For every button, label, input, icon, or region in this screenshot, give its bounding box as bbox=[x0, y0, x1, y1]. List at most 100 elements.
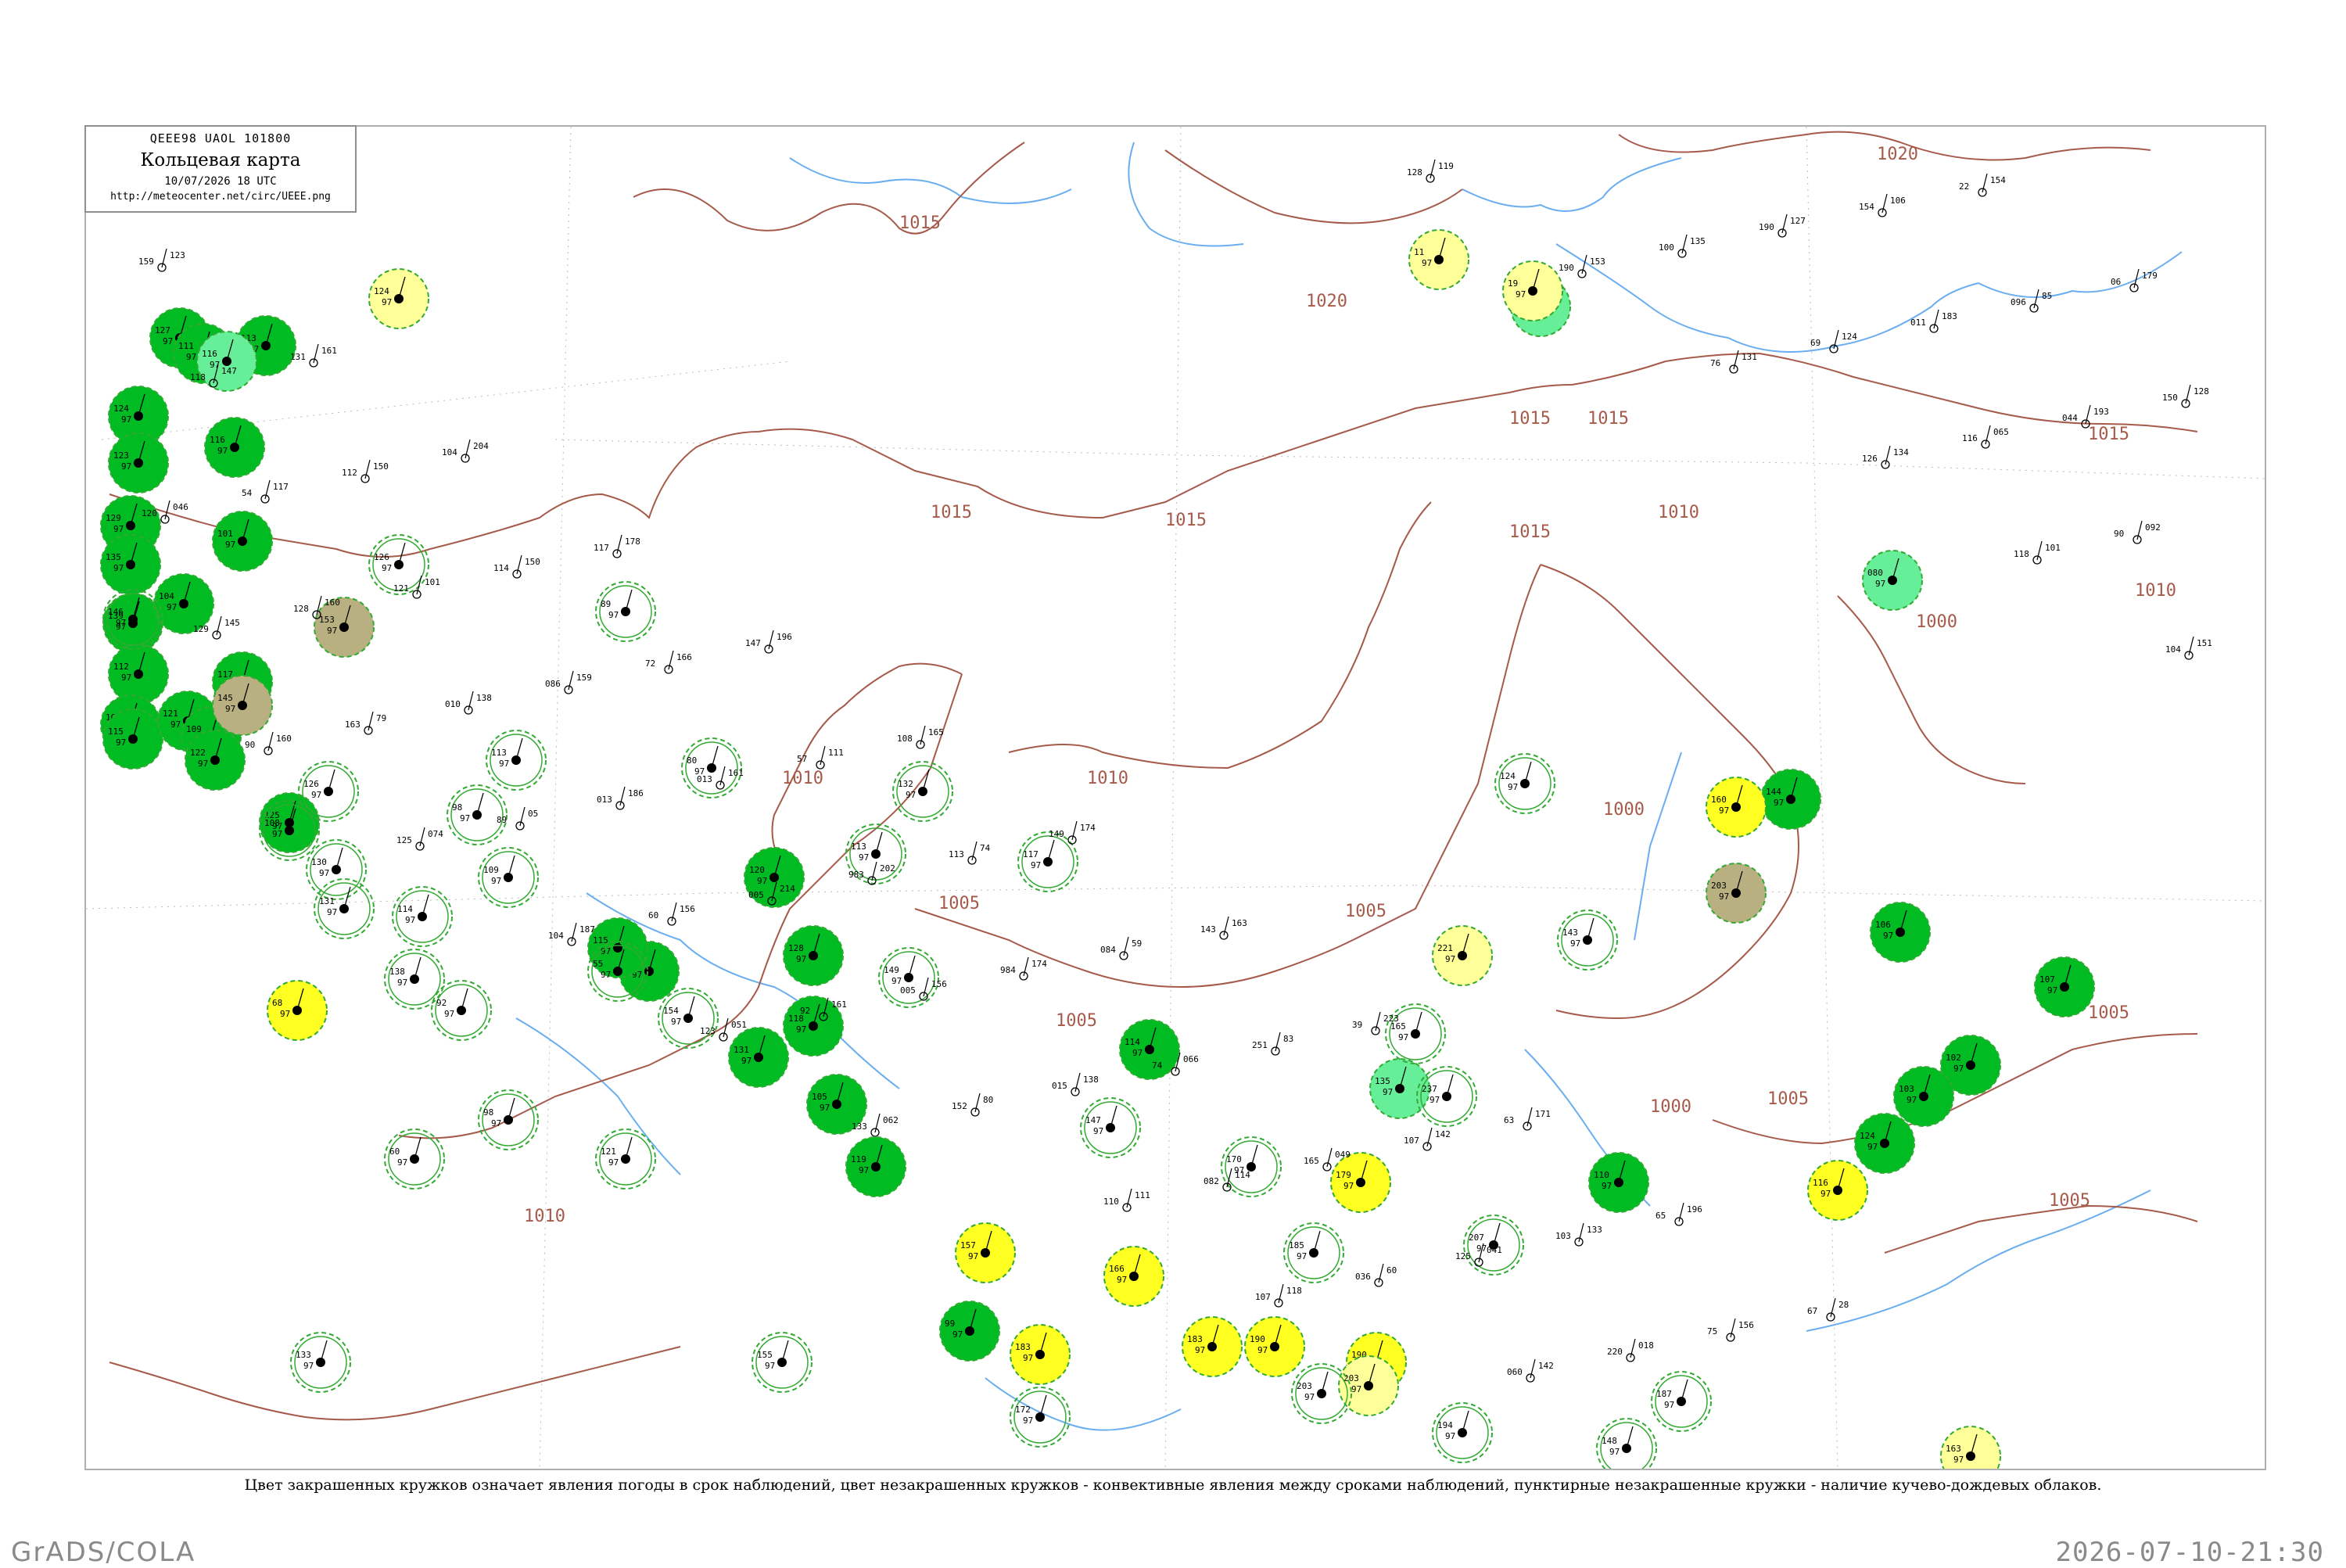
station-plot[interactable]: 20397 bbox=[1706, 863, 1767, 924]
plain-station[interactable]: 159 123 bbox=[138, 248, 185, 272]
plain-station[interactable]: 152 80 bbox=[952, 1093, 993, 1117]
plain-station[interactable]: 112 150 bbox=[342, 459, 389, 483]
station-plot[interactable]: 11697 bbox=[1807, 1160, 1868, 1221]
plain-station[interactable]: 086 159 bbox=[545, 670, 592, 694]
plain-station[interactable]: 096 85 bbox=[2011, 289, 2052, 313]
station-plot[interactable]: 11697 bbox=[204, 417, 265, 478]
station-plot[interactable]: 11497 bbox=[392, 886, 453, 947]
station-plot[interactable]: 14897 bbox=[1596, 1418, 1657, 1470]
station-plot[interactable]: 13597 bbox=[100, 534, 161, 595]
plain-station[interactable]: 147 196 bbox=[745, 630, 792, 654]
station-plot[interactable]: 9997 bbox=[939, 1301, 1000, 1362]
plain-station[interactable]: 113 74 bbox=[949, 841, 991, 865]
plain-station[interactable]: 117 178 bbox=[594, 534, 640, 558]
plain-station[interactable]: 060 142 bbox=[1507, 1358, 1554, 1383]
station-plot[interactable]: 14397 bbox=[1557, 910, 1618, 971]
plain-station[interactable]: 90 160 bbox=[245, 731, 292, 755]
station-plot[interactable]: 12397 bbox=[108, 432, 169, 493]
station-plot[interactable]: 1197 bbox=[1408, 229, 1469, 290]
plain-station[interactable]: 104 187 bbox=[548, 922, 595, 946]
station-plot[interactable]: 18597 bbox=[1283, 1222, 1344, 1283]
station-plot[interactable]: 1997 bbox=[1502, 260, 1563, 321]
station-plot[interactable]: 12497 bbox=[368, 268, 429, 329]
plain-station[interactable]: 125 074 bbox=[396, 827, 443, 851]
station-plot[interactable]: 19497 bbox=[1432, 1402, 1493, 1463]
plain-station[interactable]: 010 138 bbox=[445, 691, 492, 715]
station-plot[interactable]: 11697 bbox=[196, 331, 257, 392]
plain-station[interactable]: 984 174 bbox=[1000, 956, 1047, 981]
station-plot[interactable]: 14597 bbox=[212, 675, 273, 736]
plain-station[interactable]: 011 183 bbox=[1910, 309, 1957, 333]
station-plot[interactable]: 16097 bbox=[1706, 777, 1767, 838]
plain-station[interactable]: 65 196 bbox=[1655, 1202, 1702, 1226]
plain-station[interactable]: 60 156 bbox=[648, 902, 695, 926]
station-plot[interactable]: 11597 bbox=[102, 709, 163, 770]
station-plot[interactable]: 12297 bbox=[185, 730, 246, 791]
station-plot[interactable]: 22197 bbox=[1432, 925, 1493, 986]
station-plot[interactable]: 16397 bbox=[1940, 1426, 2001, 1470]
plain-station[interactable]: 75 156 bbox=[1707, 1318, 1754, 1342]
plain-station[interactable]: 128 119 bbox=[1407, 159, 1454, 183]
plain-station[interactable]: 118 101 bbox=[2014, 540, 2061, 565]
station-plot[interactable]: 20397 bbox=[1338, 1355, 1399, 1416]
station-plot[interactable]: 6897 bbox=[267, 980, 328, 1041]
plain-station[interactable]: 114 150 bbox=[493, 554, 540, 579]
station-plot[interactable]: 11997 bbox=[845, 1136, 906, 1197]
plain-station[interactable]: 082 114 bbox=[1203, 1168, 1250, 1192]
plain-station[interactable]: 036 60 bbox=[1355, 1263, 1397, 1287]
plain-station[interactable]: 107 142 bbox=[1404, 1127, 1451, 1151]
station-plot[interactable]: 10797 bbox=[2034, 956, 2095, 1017]
plain-station[interactable]: 143 163 bbox=[1200, 916, 1247, 940]
station-plot[interactable]: 15497 bbox=[658, 988, 719, 1049]
station-plot[interactable]: 13397 bbox=[290, 1332, 351, 1393]
plain-station[interactable]: 121 101 bbox=[393, 575, 440, 599]
plain-station[interactable]: 63 171 bbox=[1504, 1107, 1551, 1131]
plain-station[interactable]: 149 174 bbox=[1049, 820, 1096, 845]
station-plot[interactable]: 15797 bbox=[955, 1222, 1016, 1283]
plain-station[interactable]: 67 28 bbox=[1807, 1297, 1849, 1322]
station-plot[interactable]: 13897 bbox=[384, 949, 445, 1010]
plain-station[interactable]: 90 092 bbox=[2114, 520, 2161, 544]
station-plot[interactable]: 10697 bbox=[1870, 902, 1931, 963]
station-plot[interactable]: 17997 bbox=[1330, 1152, 1391, 1213]
station-plot[interactable]: 15597 bbox=[752, 1332, 812, 1393]
station-plot[interactable]: 10997 bbox=[478, 847, 539, 908]
station-plot[interactable]: 11497 bbox=[1119, 1019, 1180, 1080]
plain-station[interactable]: 104 204 bbox=[442, 439, 489, 463]
station-plot[interactable]: 10197 bbox=[212, 511, 273, 572]
station-plot[interactable]: 14497 bbox=[1760, 769, 1821, 830]
plain-station[interactable]: 100 135 bbox=[1659, 234, 1706, 258]
station-plot[interactable]: 16697 bbox=[1103, 1246, 1164, 1307]
plain-station[interactable]: 251 83 bbox=[1252, 1032, 1293, 1056]
station-plot[interactable]: 10397 bbox=[1893, 1066, 1954, 1127]
station-plot[interactable]: 18397 bbox=[1182, 1316, 1243, 1377]
station-plot[interactable]: 18397 bbox=[1010, 1324, 1071, 1385]
station-plot[interactable]: 19097 bbox=[1244, 1316, 1305, 1377]
station-plot[interactable]: 11397 bbox=[486, 730, 547, 791]
plain-station[interactable]: 116 065 bbox=[1962, 425, 2009, 449]
plain-station[interactable]: 54 117 bbox=[242, 479, 289, 504]
plain-station[interactable]: 103 133 bbox=[1555, 1222, 1602, 1247]
plain-station[interactable]: 013 186 bbox=[597, 786, 644, 810]
plain-station[interactable]: 015 138 bbox=[1052, 1072, 1099, 1096]
station-plot[interactable]: 15397 bbox=[314, 597, 375, 658]
plain-station[interactable]: 163 79 bbox=[345, 711, 386, 735]
station-plot[interactable]: 18797 bbox=[1651, 1371, 1712, 1432]
station-plot[interactable]: 14797 bbox=[1080, 1097, 1141, 1158]
station-plot[interactable]: 13097 bbox=[306, 839, 367, 900]
station-plot[interactable]: 17297 bbox=[1010, 1387, 1071, 1448]
plain-station[interactable]: 220 018 bbox=[1607, 1338, 1654, 1362]
plain-station[interactable]: 104 151 bbox=[2165, 636, 2212, 660]
plain-station[interactable]: 084 59 bbox=[1100, 936, 1142, 960]
station-plot[interactable]: 13297 bbox=[892, 761, 953, 822]
station-plot[interactable]: 11297 bbox=[108, 644, 169, 705]
station-plot[interactable]: 14997 bbox=[878, 947, 939, 1008]
plain-station[interactable]: 110 111 bbox=[1103, 1188, 1150, 1212]
station-plot[interactable]: 13197 bbox=[728, 1027, 789, 1088]
station-plot[interactable]: 12897 bbox=[783, 925, 844, 986]
plain-station[interactable]: 107 118 bbox=[1255, 1283, 1302, 1308]
station-plot[interactable]: 13197 bbox=[314, 878, 375, 939]
station-plot[interactable]: 12497 bbox=[1494, 753, 1555, 814]
station-plot[interactable]: 8997 bbox=[595, 581, 656, 642]
plain-station[interactable]: 72 166 bbox=[645, 650, 692, 674]
